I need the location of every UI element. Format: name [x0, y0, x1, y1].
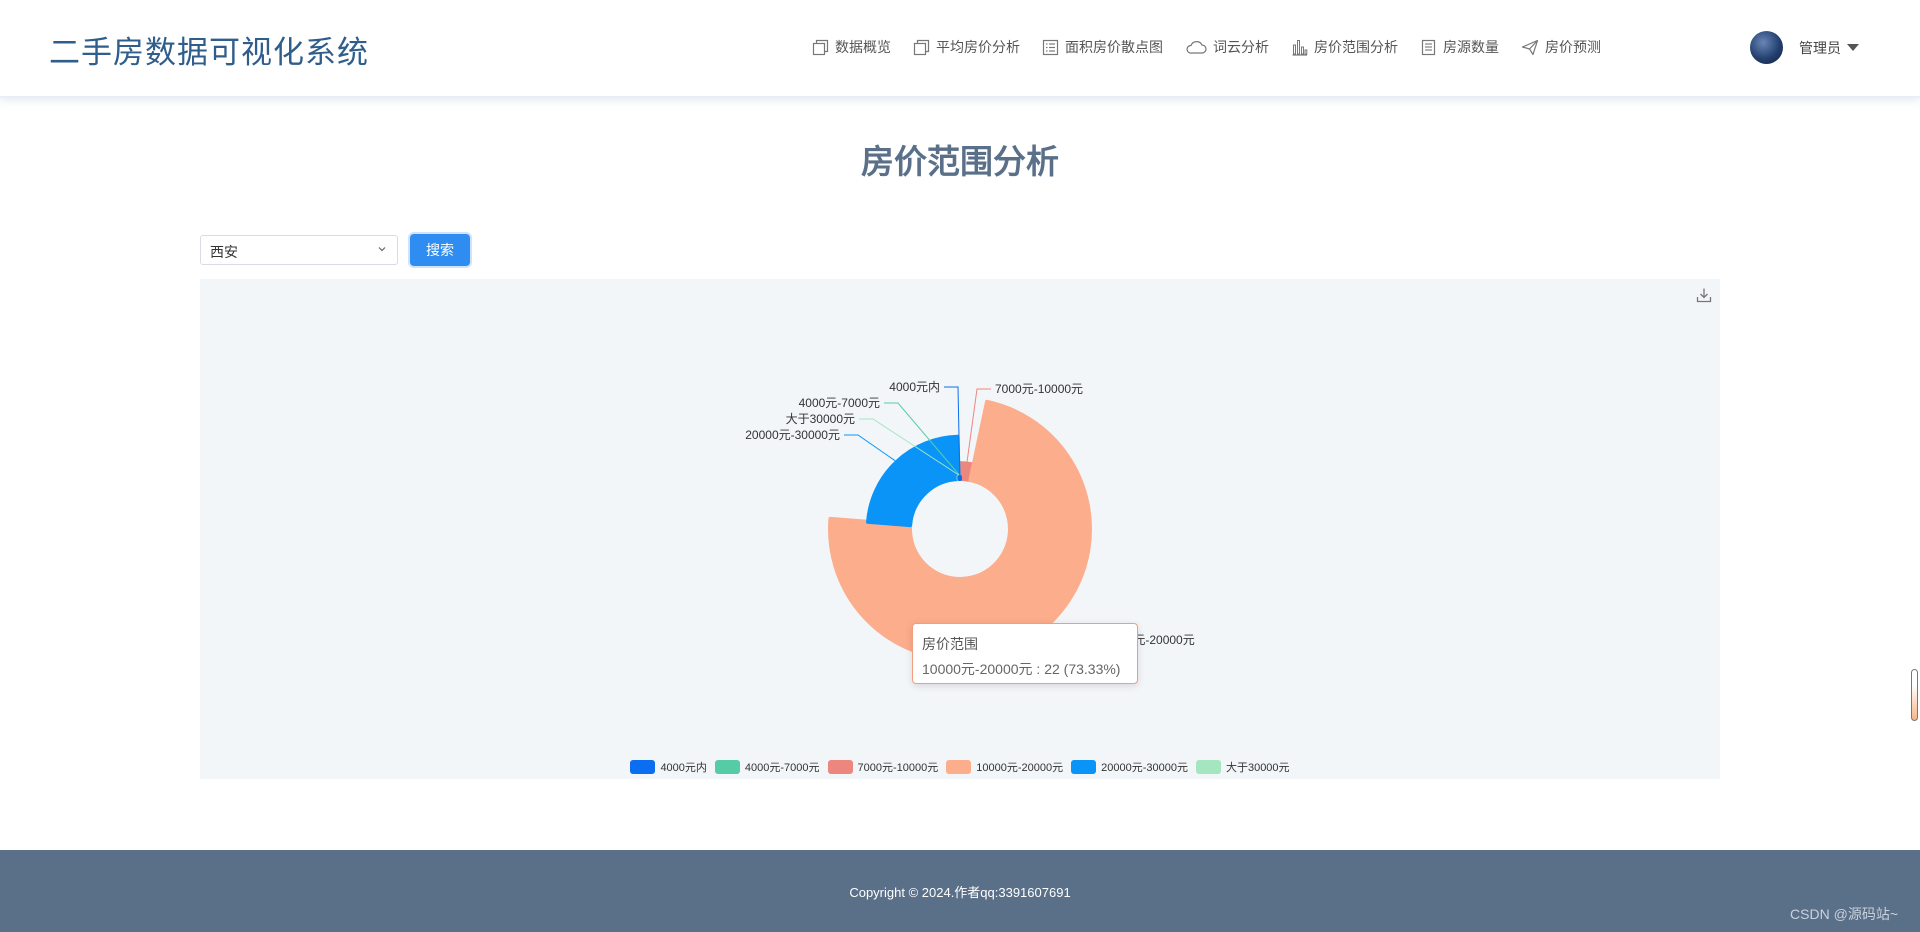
- nav-item-label: 房源数量: [1443, 39, 1499, 55]
- download-icon[interactable]: [1696, 287, 1712, 303]
- user-name[interactable]: 管理员: [1799, 38, 1841, 58]
- document-icon: [1421, 39, 1436, 55]
- nav-item-label: 房价范围分析: [1314, 39, 1398, 55]
- legend-label: 大于30000元: [1225, 762, 1290, 774]
- slice-label: 4000元内: [889, 380, 940, 394]
- slice-label: 7000元-10000元: [995, 382, 1083, 396]
- top-navbar: 二手房数据可视化系统 数据概览 平均房价分析 面积房价散点图 词云分析 房价范围…: [0, 0, 1920, 98]
- user-menu[interactable]: 管理员: [1750, 31, 1859, 64]
- nav-item-label: 平均房价分析: [936, 39, 1020, 55]
- legend-item[interactable]: 4000元-7000元: [714, 759, 820, 775]
- nav-item-label: 面积房价散点图: [1065, 39, 1163, 55]
- slice-label: 20000元-30000元: [745, 428, 840, 442]
- label-leader-line: [844, 434, 896, 462]
- nav-item-wordcloud[interactable]: 词云分析: [1185, 37, 1269, 57]
- legend-label: 4000元内: [660, 762, 707, 774]
- slice-label: 大于30000元: [786, 412, 855, 426]
- legend-label: 10000元-20000元: [976, 762, 1064, 774]
- send-icon: [1521, 39, 1539, 55]
- legend-label: 4000元-7000元: [744, 762, 820, 774]
- legend-label: 20000元-30000元: [1101, 762, 1188, 774]
- nav-item-label: 词云分析: [1213, 39, 1269, 55]
- legend-item[interactable]: 大于30000元: [1195, 759, 1290, 775]
- city-select[interactable]: 西安: [200, 235, 398, 265]
- nav-item-avg-price[interactable]: 平均房价分析: [913, 37, 1020, 57]
- nav-item-price-forecast[interactable]: 房价预测: [1521, 37, 1601, 57]
- nav-item-area-scatter[interactable]: 面积房价散点图: [1042, 37, 1163, 57]
- legend-item[interactable]: 7000元-10000元: [827, 759, 939, 775]
- legend-label: 7000元-10000元: [857, 762, 939, 774]
- chart-tooltip: 房价范围 10000元-20000元 : 22 (73.33%): [912, 623, 1138, 684]
- tooltip-title: 房价范围: [922, 636, 978, 652]
- nav-item-price-range[interactable]: 房价范围分析: [1291, 37, 1398, 57]
- bar-chart-icon: [1292, 39, 1308, 56]
- city-select-value: 西安: [210, 244, 238, 260]
- copy-icon: [812, 39, 829, 55]
- app-title[interactable]: 二手房数据可视化系统: [49, 27, 369, 72]
- price-range-chart: 4000元内 4000元-7000元 7000元-10000元 10000元-2000…: [200, 279, 1720, 779]
- legend-item[interactable]: 20000元-30000元: [1071, 759, 1188, 775]
- chart-legend: 4000元内 4000元-7000元 7000元-10000元 10000元-2000…: [200, 759, 1720, 775]
- slice-label: 4000元-7000元: [799, 396, 880, 410]
- legend-swatch: [714, 760, 740, 774]
- legend-swatch: [827, 760, 853, 774]
- cloud-icon: [1186, 40, 1207, 54]
- page-title: 房价范围分析: [861, 142, 1059, 181]
- nav-item-label: 数据概览: [835, 39, 891, 55]
- legend-swatch: [1195, 760, 1221, 774]
- copyright-text: Copyright © 2024.作者qq:3391607691: [849, 885, 1071, 900]
- nav-item-label: 房价预测: [1545, 39, 1601, 55]
- avatar[interactable]: [1750, 31, 1783, 64]
- legend-item[interactable]: 4000元内: [630, 759, 707, 775]
- search-button[interactable]: 搜索: [410, 234, 470, 266]
- watermark-text: CSDN @源码站~: [1790, 906, 1898, 922]
- tooltip-value: 10000元-20000元 : 22 (73.33%): [922, 661, 1121, 677]
- footer: Copyright © 2024.作者qq:3391607691 CSDN @源…: [0, 850, 1920, 932]
- main-nav: 数据概览 平均房价分析 面积房价散点图 词云分析 房价范围分析 房源数量 房价预…: [812, 34, 1623, 60]
- legend-swatch: [630, 760, 656, 774]
- legend-item[interactable]: 10000元-20000元: [946, 759, 1063, 775]
- pie-slice[interactable]: [866, 434, 961, 528]
- caret-down-icon[interactable]: [1847, 44, 1859, 51]
- pie-slice[interactable]: [828, 399, 1092, 661]
- legend-swatch: [1071, 760, 1097, 774]
- nav-item-listing-count[interactable]: 房源数量: [1420, 37, 1499, 57]
- pie-chart-canvas: 4000元内4000元-7000元7000元-10000元10000元-2000…: [745, 380, 1195, 661]
- nav-item-data-overview[interactable]: 数据概览: [812, 37, 891, 57]
- chevron-down-icon: [378, 247, 386, 252]
- legend-swatch: [946, 760, 972, 774]
- copy-icon: [913, 39, 930, 55]
- list-icon: [1042, 39, 1059, 55]
- scrollbar-thumb[interactable]: [1911, 669, 1918, 721]
